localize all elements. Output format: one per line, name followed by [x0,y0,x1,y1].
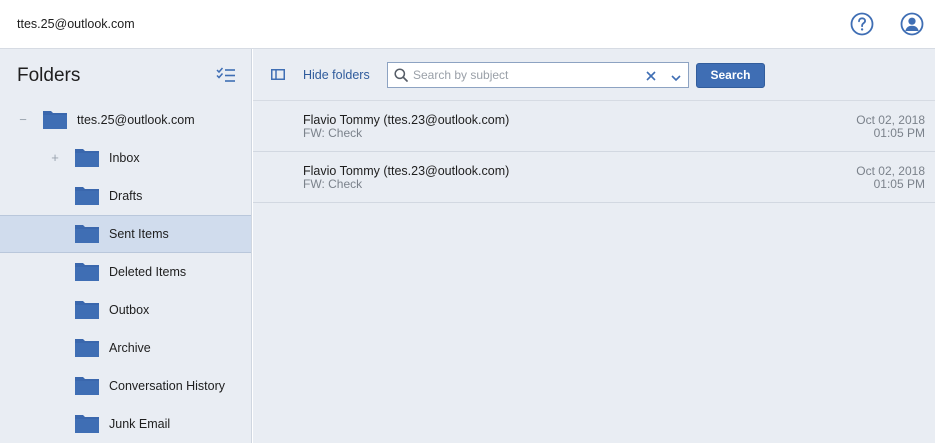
collapse-icon[interactable]: − [17,112,29,127]
search-button[interactable]: Search [696,63,765,88]
folder-icon [75,337,99,357]
folder-icon [75,299,99,319]
folder-icon [75,375,99,395]
folder-icon [75,185,99,205]
folder-label: Archive [109,341,151,355]
folder-label: ttes.25@outlook.com [77,113,195,127]
search-icon [394,68,408,82]
chevron-down-icon[interactable] [671,71,681,82]
message-time: 01:05 PM [873,177,925,191]
message-subject: FW: Check [303,126,363,140]
search-input[interactable] [413,66,633,84]
folder-deleted-items[interactable]: Deleted Items [0,253,251,291]
account-email: ttes.25@outlook.com [17,17,135,31]
folder-conversation-history[interactable]: Conversation History [0,367,251,405]
help-icon[interactable] [850,12,874,36]
toolbar: Hide folders Search [253,49,935,101]
folder-label: Outbox [109,303,150,317]
folder-label: Junk Email [109,417,171,431]
clear-icon[interactable] [646,70,656,81]
message-time: 01:05 PM [873,126,925,140]
sidebar-title: Folders [17,65,81,86]
folder-junk-email[interactable]: Junk Email [0,405,251,443]
expand-icon[interactable]: + [49,150,61,165]
search-box [387,62,689,88]
folder-drafts[interactable]: Drafts [0,177,251,215]
multi-select-icon[interactable] [216,67,236,83]
message-row[interactable]: Flavio Tommy (ttes.23@outlook.com) FW: C… [253,101,935,152]
folder-icon [75,413,99,433]
toggle-panel-icon[interactable] [271,69,285,80]
top-bar: ttes.25@outlook.com [0,0,935,49]
message-date: Oct 02, 2018 [856,164,925,178]
folder-outbox[interactable]: Outbox [0,291,251,329]
folder-icon [75,147,99,167]
hide-folders-link[interactable]: Hide folders [303,68,370,82]
message-date: Oct 02, 2018 [856,113,925,127]
folder-label: Conversation History [109,379,226,393]
folder-label: Sent Items [109,227,169,241]
user-profile-icon[interactable] [900,12,924,36]
message-subject: FW: Check [303,177,363,191]
message-list-pane: Hide folders Search by subject Search Fl… [253,49,935,443]
folder-sent-items[interactable]: Sent Items [0,215,251,253]
folder-label: Inbox [109,151,140,165]
message-sender: Flavio Tommy (ttes.23@outlook.com) [303,164,510,178]
message-sender: Flavio Tommy (ttes.23@outlook.com) [303,113,510,127]
folder-icon [43,109,67,129]
folder-inbox[interactable]: + Inbox [0,139,251,177]
message-row[interactable]: Flavio Tommy (ttes.23@outlook.com) FW: C… [253,152,935,203]
folder-label: Deleted Items [109,265,187,279]
folder-archive[interactable]: Archive [0,329,251,367]
folders-sidebar: Folders − ttes.25@outlook.com + Inbox Dr… [0,49,252,443]
folder-icon [75,261,99,281]
folder-root-account[interactable]: − ttes.25@outlook.com [0,101,251,139]
folder-label: Drafts [109,189,143,203]
folder-icon [75,223,99,243]
